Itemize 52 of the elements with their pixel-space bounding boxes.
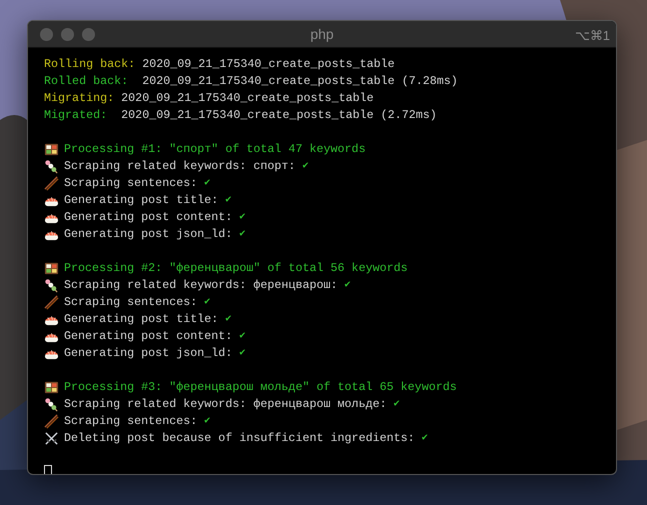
check-mark: ✔ [239,211,246,225]
check-mark: ✔ [394,398,400,412]
skewer-icon [44,397,59,412]
step-text: Scraping sentences: [64,175,198,192]
chopsticks-icon [44,176,59,191]
skewer-icon [44,159,59,174]
status-label: Migrated: [44,107,108,124]
step-text: Scraping related keywords: ференцварош мольде: [64,396,387,413]
check-mark: ✔ [239,228,246,242]
step-text: Generating post title: [64,192,218,209]
check-mark: ✔ [422,432,428,446]
close-button[interactable] [40,28,53,41]
processing-heading: Processing #1: "спорт" of total 47 keywords [64,141,366,158]
minimize-button[interactable] [61,28,74,41]
status-label: Migrating: [44,90,114,107]
check-mark: ✔ [204,296,210,310]
step-text: Scraping related keywords: ференцварош: [64,277,338,294]
shortcut-label: ⌥⌘1 [574,27,610,45]
zoom-button[interactable] [82,28,95,41]
crossed-swords-icon [44,431,59,446]
migration-name: 2020_09_21_175340_create_posts_table (2.72ms) [120,107,437,124]
status-label: Rolled back: [44,73,128,90]
step-text: Scraping sentences: [64,294,198,311]
processing-heading: Processing #2: "ференцварош" of total 56 keywords [64,260,408,277]
migration-name: 2020_09_21_175340_create_posts_table [120,90,374,107]
step-text: Scraping sentences: [64,413,198,430]
check-mark: ✔ [204,177,210,191]
bento-box-icon [44,380,59,395]
chopsticks-icon [44,295,59,310]
chopsticks-icon [44,414,59,429]
migration-name: 2020_09_21_175340_create_posts_table [141,56,395,73]
check-mark: ✔ [225,313,232,327]
step-text: Scraping related keywords: спорт: [64,158,296,175]
step-text: Generating post content: [64,209,232,226]
step-text: Generating post title: [64,311,218,328]
check-mark: ✔ [204,415,210,429]
step-text: Generating post content: [64,328,232,345]
check-mark: ✔ [302,160,308,174]
processing-heading: Processing #3: "ференцварош мольде" of total 65 keywords [64,379,457,396]
step-text: Generating post json_ld: [64,345,232,362]
migration-name: 2020_09_21_175340_create_posts_table (7.28ms) [141,73,458,90]
check-mark: ✔ [239,330,246,344]
skewer-icon [44,278,59,293]
step-text: Generating post json_ld: [64,226,232,243]
check-mark: ✔ [225,194,232,208]
bento-box-icon [44,261,59,276]
bento-box-icon [44,142,59,157]
check-mark: ✔ [344,279,351,293]
window-title: php [310,24,334,44]
status-label: Rolling back: [44,56,136,73]
step-text: Deleting post because of insufficient ingredients: [64,430,415,447]
check-mark: ✔ [239,347,246,361]
